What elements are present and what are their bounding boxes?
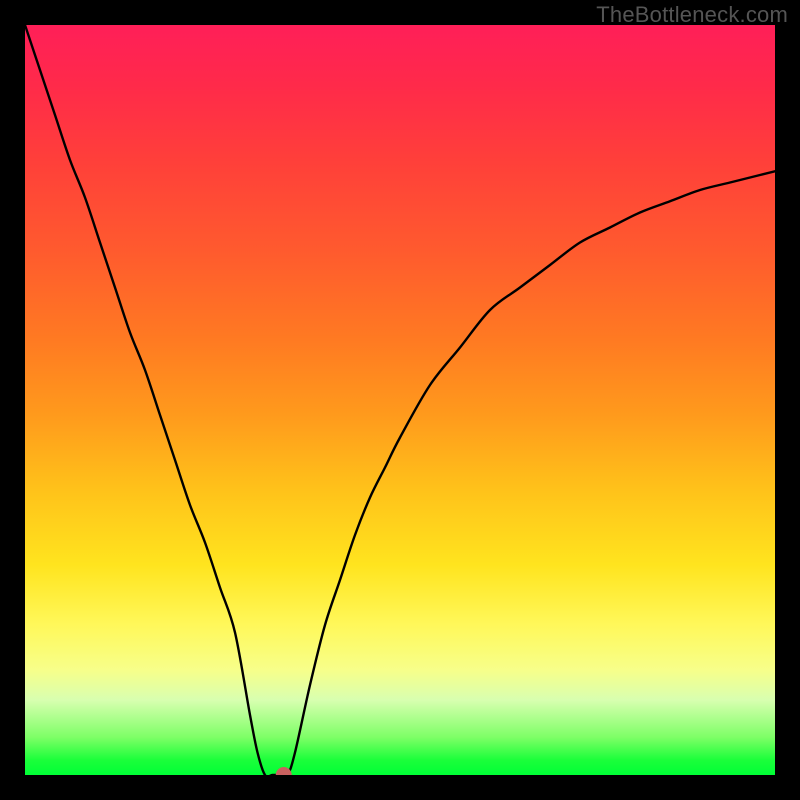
plot-area <box>25 25 775 775</box>
watermark-text: TheBottleneck.com <box>596 2 788 28</box>
curve-overlay <box>25 25 775 775</box>
bottleneck-curve <box>25 25 775 775</box>
chart-container: TheBottleneck.com <box>0 0 800 800</box>
